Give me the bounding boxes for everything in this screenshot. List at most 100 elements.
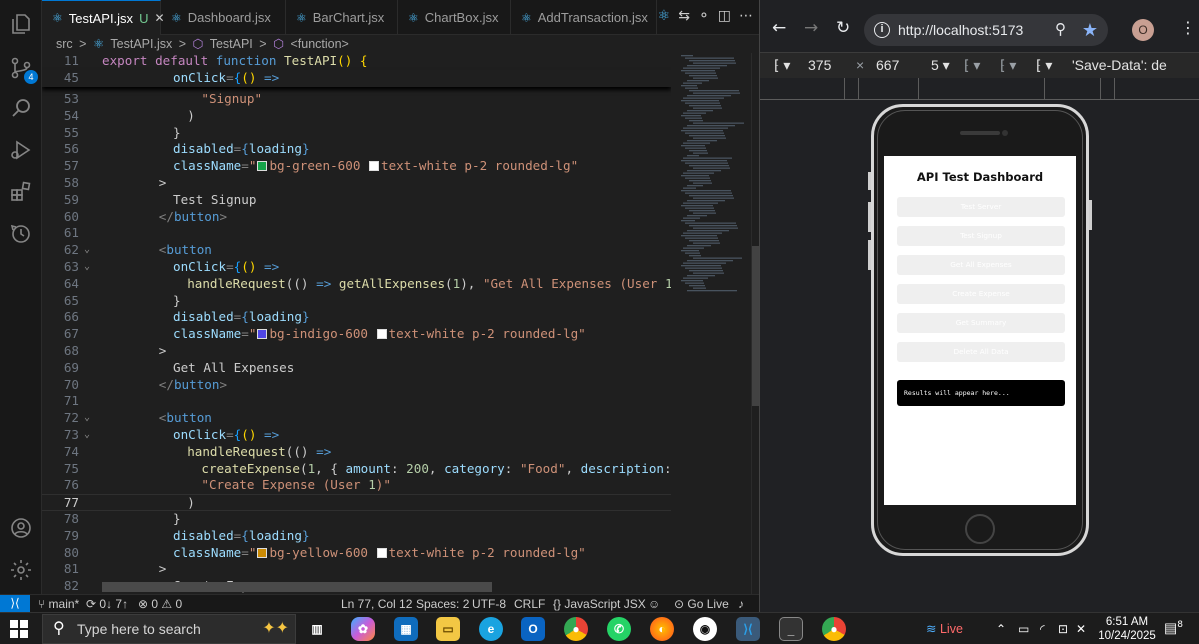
site-info-icon[interactable]: i: [874, 22, 890, 38]
orientation-dropdown[interactable]: ⁅ ▾: [1036, 57, 1052, 74]
more-actions-icon[interactable]: ⋯: [739, 8, 753, 24]
zoom-dropdown[interactable]: 5 ▾: [931, 57, 950, 74]
breadcrumb-item[interactable]: <function>: [290, 37, 348, 51]
copilot-icon[interactable]: ☺: [648, 596, 660, 612]
indentation[interactable]: Spaces: 2: [416, 596, 469, 612]
vertical-scrollbar[interactable]: [751, 53, 759, 594]
end-of-line[interactable]: CRLF: [514, 596, 545, 612]
horizontal-scrollbar[interactable]: [102, 582, 492, 592]
chrome-menu-icon[interactable]: ⋮: [1180, 18, 1196, 37]
vscode-taskbar-icon[interactable]: ⟩⟨: [736, 617, 760, 641]
breadcrumb-item[interactable]: src: [56, 37, 73, 51]
code-line[interactable]: 78}: [42, 511, 671, 528]
task-view-icon[interactable]: ▥: [305, 617, 329, 641]
cursor-position[interactable]: Ln 77, Col 12: [341, 596, 412, 612]
get-all-expenses-button[interactable]: Get All Expenses: [897, 255, 1065, 275]
tab-barchart[interactable]: ⚛ BarChart.jsx: [286, 0, 398, 35]
code-line[interactable]: 61: [42, 225, 671, 242]
account-icon[interactable]: [9, 516, 33, 540]
sync-status[interactable]: ⟳ 0↓ 7↑: [86, 596, 128, 612]
language-mode[interactable]: {} JavaScript JSX: [553, 596, 646, 612]
network-dropdown[interactable]: ⁅ ▾: [1000, 57, 1016, 74]
breadcrumb-item[interactable]: TestAPI.jsx: [110, 37, 172, 51]
code-line[interactable]: 72 ⌄ <button: [42, 410, 671, 427]
code-line[interactable]: 53 "Signup": [42, 91, 671, 108]
scrollbar-thumb[interactable]: [752, 246, 759, 406]
live-weather-widget[interactable]: ≋ Live: [926, 621, 963, 636]
code-line[interactable]: 70 </button>: [42, 377, 671, 394]
delete-all-data-button[interactable]: Delete All Data: [897, 342, 1065, 362]
edge-icon[interactable]: e: [479, 617, 503, 641]
encoding[interactable]: UTF-8: [472, 596, 506, 612]
tab-chartbox[interactable]: ⚛ ChartBox.jsx: [398, 0, 511, 35]
taskbar-search[interactable]: ⚲ Type here to search ✦✦: [42, 614, 296, 644]
code-line[interactable]: 57 className=" bg-green-600 text-white p-2…: [42, 158, 671, 175]
code-line[interactable]: 77): [42, 494, 671, 511]
code-line[interactable]: 45 onClick={() =>: [42, 69, 671, 87]
code-line[interactable]: 69 Get All Expenses: [42, 360, 671, 377]
wifi-icon[interactable]: ◜: [1040, 621, 1045, 637]
code-line[interactable]: 62 ⌄ <button: [42, 242, 671, 259]
code-line[interactable]: 81 >: [42, 561, 671, 578]
code-line[interactable]: 64 handleRequest(() => getAllExpenses(1),…: [42, 276, 671, 293]
extensions-icon[interactable]: [9, 180, 33, 204]
create-expense-button[interactable]: Create Expense: [897, 284, 1065, 304]
code-line[interactable]: 11 export default function TestAPI() {: [42, 53, 671, 70]
throttle-dropdown[interactable]: ⁅ ▾: [964, 57, 980, 74]
terminal-icon[interactable]: _: [779, 617, 803, 641]
height-input[interactable]: 667: [876, 57, 899, 73]
code-line[interactable]: 58 >: [42, 175, 671, 192]
code-line[interactable]: 75 createExpense(1, { amount: 200, catego…: [42, 461, 671, 478]
code-line[interactable]: 66 disabled={loading}: [42, 309, 671, 326]
back-arrow-icon[interactable]: ←: [772, 18, 786, 38]
bookmark-star-icon[interactable]: ★: [1082, 14, 1098, 46]
minimap[interactable]: [671, 53, 751, 594]
microsoft-store-icon[interactable]: ▦: [394, 617, 418, 641]
file-explorer-icon[interactable]: ▭: [436, 617, 460, 641]
chrome-icon[interactable]: ●: [564, 617, 588, 641]
code-line[interactable]: 80 className=" bg-yellow-600 text-white p-…: [42, 545, 671, 562]
outlook-icon[interactable]: O: [521, 617, 545, 641]
whatsapp-icon[interactable]: ✆: [607, 617, 631, 641]
settings-gear-icon[interactable]: [9, 558, 33, 582]
fold-chevron-icon[interactable]: ⌄: [84, 259, 90, 276]
chrome-icon[interactable]: ●: [822, 617, 846, 641]
remote-icon[interactable]: ⟩⟨: [0, 595, 30, 613]
tab-addtransaction[interactable]: ⚛ AddTransaction.jsx: [511, 0, 657, 35]
split-editor-icon[interactable]: ◫: [718, 8, 731, 24]
address-bar[interactable]: i http://localhost:5173 ⚲ ★: [864, 14, 1108, 46]
fold-chevron-icon[interactable]: ⌄: [84, 242, 90, 259]
code-line[interactable]: 76 "Create Expense (User 1)": [42, 477, 671, 494]
branch-status[interactable]: ⑂ main*: [38, 596, 79, 612]
volume-muted-icon[interactable]: ✕: [1076, 621, 1086, 637]
breadcrumb-item[interactable]: TestAPI: [210, 37, 253, 51]
get-summary-button[interactable]: Get Summary: [897, 313, 1065, 333]
code-line[interactable]: 65}: [42, 293, 671, 310]
chevron-up-icon[interactable]: ⌃: [996, 621, 1006, 637]
run-debug-icon[interactable]: [9, 138, 33, 162]
code-line[interactable]: 67 className=" bg-indigo-600 text-white p-…: [42, 326, 671, 343]
fold-chevron-icon[interactable]: ⌄: [84, 410, 90, 427]
notification-center-icon[interactable]: ▤8: [1164, 620, 1183, 637]
test-server-button[interactable]: Test Server: [897, 197, 1065, 217]
tab-dashboard[interactable]: ⚛ Dashboard.jsx: [161, 0, 286, 35]
reload-icon[interactable]: ↻: [836, 18, 850, 38]
usb-icon[interactable]: ⊡: [1058, 621, 1068, 637]
code-line[interactable]: 54): [42, 108, 671, 125]
tab-testapi[interactable]: ⚛ TestAPI.jsx U ✕: [42, 0, 165, 35]
code-line[interactable]: 56 disabled={loading}: [42, 141, 671, 158]
fold-chevron-icon[interactable]: ⌄: [84, 427, 90, 444]
code-line[interactable]: 68 >: [42, 343, 671, 360]
go-live-button[interactable]: ⊙ Go Live: [674, 596, 729, 612]
code-line[interactable]: 71: [42, 393, 671, 410]
forward-arrow-icon[interactable]: →: [804, 18, 818, 38]
problems-status[interactable]: ⊗ 0 ⚠ 0: [138, 596, 182, 612]
code-line[interactable]: 63 ⌄ onClick={() =>: [42, 259, 671, 276]
github-icon[interactable]: ◉: [693, 617, 717, 641]
clock[interactable]: 6:51 AM 10/24/2025: [1098, 615, 1156, 643]
compare-icon[interactable]: ⇆: [678, 8, 690, 24]
code-line[interactable]: 79 disabled={loading}: [42, 528, 671, 545]
source-control-icon[interactable]: 4: [9, 56, 38, 84]
width-input[interactable]: 375: [808, 57, 831, 73]
profile-avatar[interactable]: O: [1132, 19, 1154, 41]
